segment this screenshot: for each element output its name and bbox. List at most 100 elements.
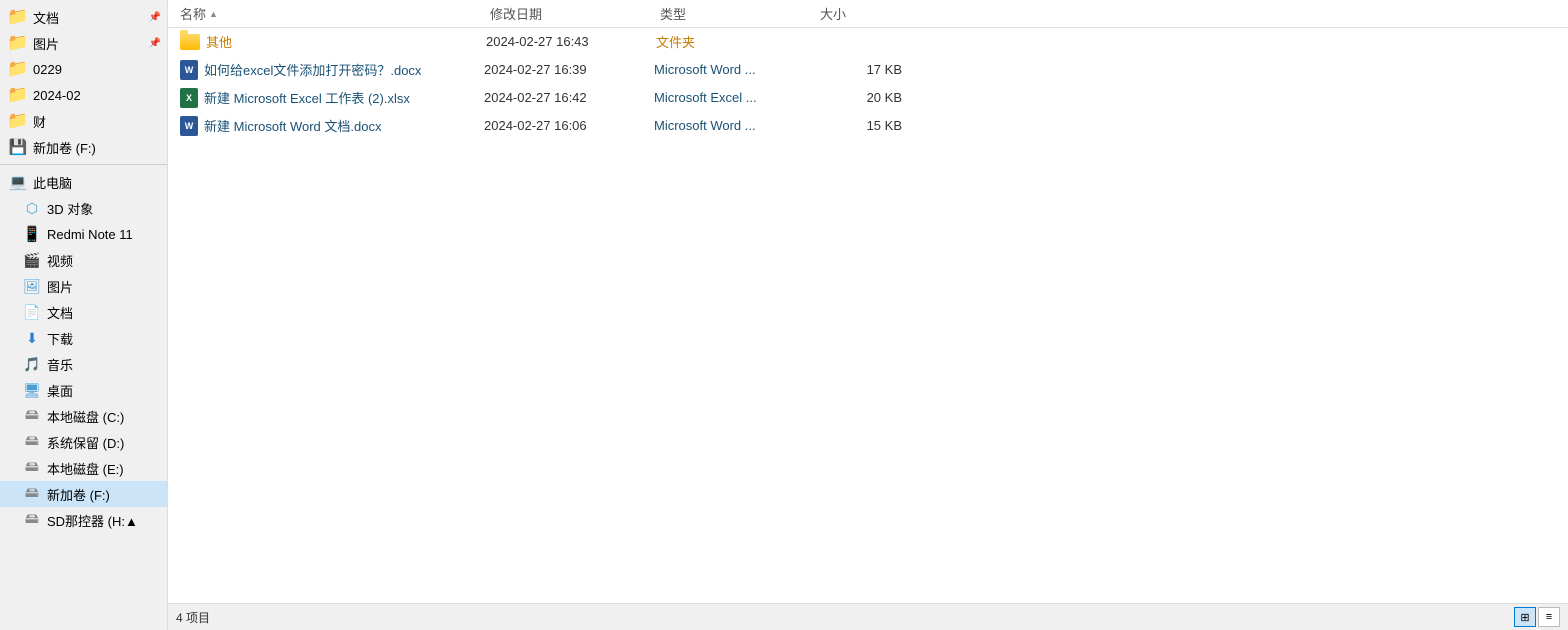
view-controls: ⊞ ≡ xyxy=(1514,607,1560,627)
sidebar-item-disk-more[interactable]: 🖴 SD那控器 (H:▲ xyxy=(0,507,167,533)
sidebar-item-pictures[interactable]: 📁 图片📌 xyxy=(0,30,167,56)
sidebar-icon-this-pc: 💻 xyxy=(8,172,28,192)
sidebar-icon-disk-c: 🖴 xyxy=(22,406,42,426)
sidebar-label-disk-e: 本地磁盘 (E:) xyxy=(47,459,161,478)
sidebar-icon-disk-e: 🖴 xyxy=(22,458,42,478)
sidebar-label-music: 音乐 xyxy=(47,355,161,374)
col-header-type[interactable]: 类型 xyxy=(660,4,820,23)
col-size-label: 大小 xyxy=(820,4,846,23)
file-type: 文件夹 xyxy=(656,32,816,51)
sidebar-label-folder-2024-02: 2024-02 xyxy=(33,88,161,103)
file-date: 2024-02-27 16:42 xyxy=(484,90,654,105)
sidebar-item-folder-2024-02[interactable]: 📁 2024-02 xyxy=(0,82,167,108)
sidebar-label-video: 视频 xyxy=(47,251,161,270)
list-view-button[interactable]: ≡ xyxy=(1538,607,1560,627)
sidebar-icon-folder-cai: 📁 xyxy=(8,111,28,131)
sidebar: 📁文档📌📁图片📌📁0229📁2024-02📁财💾新加卷 (F:)💻此电脑⬡3D … xyxy=(0,0,168,630)
sidebar-icon-desktop: 🖥 xyxy=(22,380,42,400)
word-icon: W xyxy=(180,116,198,136)
sidebar-icon-disk-f-active: 🖴 xyxy=(22,484,42,504)
sidebar-item-3d-objects[interactable]: ⬡ 3D 对象 xyxy=(0,195,167,221)
sidebar-item-redmi-note[interactable]: 📱 Redmi Note 11 xyxy=(0,221,167,247)
sidebar-label-desktop: 桌面 xyxy=(47,381,161,400)
sidebar-label-pictures: 图片 xyxy=(33,34,147,53)
sidebar-icon-redmi-note: 📱 xyxy=(22,224,42,244)
sidebar-icon-pictures2: 🖼 xyxy=(22,276,42,296)
col-header-name[interactable]: 名称 ▲ xyxy=(180,4,490,23)
file-size: 15 KB xyxy=(814,118,914,133)
excel-icon: X xyxy=(180,88,198,108)
file-name: 如何给excel文件添加打开密码？.docx xyxy=(204,60,484,79)
sidebar-icon-folder-2024-02: 📁 xyxy=(8,85,28,105)
sidebar-label-folder-0229: 0229 xyxy=(33,62,161,77)
file-type: Microsoft Excel ... xyxy=(654,90,814,105)
sidebar-label-folder-cai: 财 xyxy=(33,112,161,131)
file-size: 17 KB xyxy=(814,62,914,77)
file-name: 新建 Microsoft Word 文档.docx xyxy=(204,116,484,135)
sidebar-item-this-pc[interactable]: 💻 此电脑 xyxy=(0,169,167,195)
sidebar-item-music[interactable]: 🎵 音乐 xyxy=(0,351,167,377)
sidebar-item-disk-d[interactable]: 🖴 系统保留 (D:) xyxy=(0,429,167,455)
file-name: 其他 xyxy=(206,32,486,51)
col-date-label: 修改日期 xyxy=(490,4,542,23)
sidebar-item-drive-f[interactable]: 💾 新加卷 (F:) xyxy=(0,134,167,160)
sidebar-item-folder-cai[interactable]: 📁财 xyxy=(0,108,167,134)
file-row[interactable]: W 新建 Microsoft Word 文档.docx 2024-02-27 1… xyxy=(168,112,1568,140)
sidebar-icon-3d-objects: ⬡ xyxy=(22,198,42,218)
sidebar-icon-disk-d: 🖴 xyxy=(22,432,42,452)
sidebar-icon-music: 🎵 xyxy=(22,354,42,374)
sidebar-label-documents2: 文档 xyxy=(47,303,161,322)
sidebar-icon-video: 🎬 xyxy=(22,250,42,270)
sidebar-label-redmi-note: Redmi Note 11 xyxy=(47,227,161,242)
sidebar-item-downloads[interactable]: ⬇ 下载 xyxy=(0,325,167,351)
col-type-label: 类型 xyxy=(660,4,686,23)
file-size: 20 KB xyxy=(814,90,914,105)
file-type: Microsoft Word ... xyxy=(654,118,814,133)
file-date: 2024-02-27 16:39 xyxy=(484,62,654,77)
sidebar-icon-disk-more: 🖴 xyxy=(22,510,42,530)
sidebar-item-documents[interactable]: 📁 文档📌 xyxy=(0,4,167,30)
file-row[interactable]: 其他 2024-02-27 16:43 文件夹 xyxy=(168,28,1568,56)
sidebar-item-video[interactable]: 🎬 视频 xyxy=(0,247,167,273)
folder-icon xyxy=(180,34,200,50)
file-date: 2024-02-27 16:43 xyxy=(486,34,656,49)
col-name-label: 名称 xyxy=(180,4,206,23)
sidebar-icon-downloads: ⬇ xyxy=(22,328,42,348)
pin-icon-documents: 📌 xyxy=(149,12,161,23)
col-header-size[interactable]: 大小 xyxy=(820,4,920,23)
file-row[interactable]: W 如何给excel文件添加打开密码？.docx 2024-02-27 16:3… xyxy=(168,56,1568,84)
sidebar-item-desktop[interactable]: 🖥 桌面 xyxy=(0,377,167,403)
file-list: 其他 2024-02-27 16:43 文件夹 W 如何给excel文件添加打开… xyxy=(168,28,1568,603)
word-icon: W xyxy=(180,60,198,80)
sidebar-label-this-pc: 此电脑 xyxy=(33,173,161,192)
sidebar-icon-drive-f: 💾 xyxy=(8,137,28,157)
sidebar-icon-folder-0229: 📁 xyxy=(8,59,28,79)
sidebar-label-disk-f-active: 新加卷 (F:) xyxy=(47,485,161,504)
file-name: 新建 Microsoft Excel 工作表 (2).xlsx xyxy=(204,88,484,107)
sidebar-label-drive-f: 新加卷 (F:) xyxy=(33,138,161,157)
sidebar-label-disk-more: SD那控器 (H:▲ xyxy=(47,511,161,530)
sidebar-item-folder-0229[interactable]: 📁 0229 xyxy=(0,56,167,82)
sidebar-icon-pictures: 📁 xyxy=(8,33,28,53)
item-count: 4 项目 xyxy=(176,609,210,626)
sidebar-item-disk-c[interactable]: 🖴 本地磁盘 (C:) xyxy=(0,403,167,429)
sidebar-label-pictures2: 图片 xyxy=(47,277,161,296)
file-date: 2024-02-27 16:06 xyxy=(484,118,654,133)
sort-arrow: ▲ xyxy=(209,9,218,19)
col-header-date[interactable]: 修改日期 xyxy=(490,4,660,23)
sidebar-icon-documents: 📁 xyxy=(8,7,28,27)
sidebar-label-downloads: 下载 xyxy=(47,329,161,348)
file-row[interactable]: X 新建 Microsoft Excel 工作表 (2).xlsx 2024-0… xyxy=(168,84,1568,112)
sidebar-item-documents2[interactable]: 📄文档 xyxy=(0,299,167,325)
sidebar-item-disk-f-active[interactable]: 🖴 新加卷 (F:) xyxy=(0,481,167,507)
sidebar-label-3d-objects: 3D 对象 xyxy=(47,199,161,218)
details-view-button[interactable]: ⊞ xyxy=(1514,607,1536,627)
column-headers: 名称 ▲ 修改日期 类型 大小 xyxy=(168,0,1568,28)
sidebar-label-disk-d: 系统保留 (D:) xyxy=(47,433,161,452)
sidebar-label-disk-c: 本地磁盘 (C:) xyxy=(47,407,161,426)
sidebar-label-documents: 文档 xyxy=(33,8,147,27)
sidebar-item-disk-e[interactable]: 🖴 本地磁盘 (E:) xyxy=(0,455,167,481)
pin-icon-pictures: 📌 xyxy=(149,38,161,49)
sidebar-item-pictures2[interactable]: 🖼 图片 xyxy=(0,273,167,299)
file-type: Microsoft Word ... xyxy=(654,62,814,77)
